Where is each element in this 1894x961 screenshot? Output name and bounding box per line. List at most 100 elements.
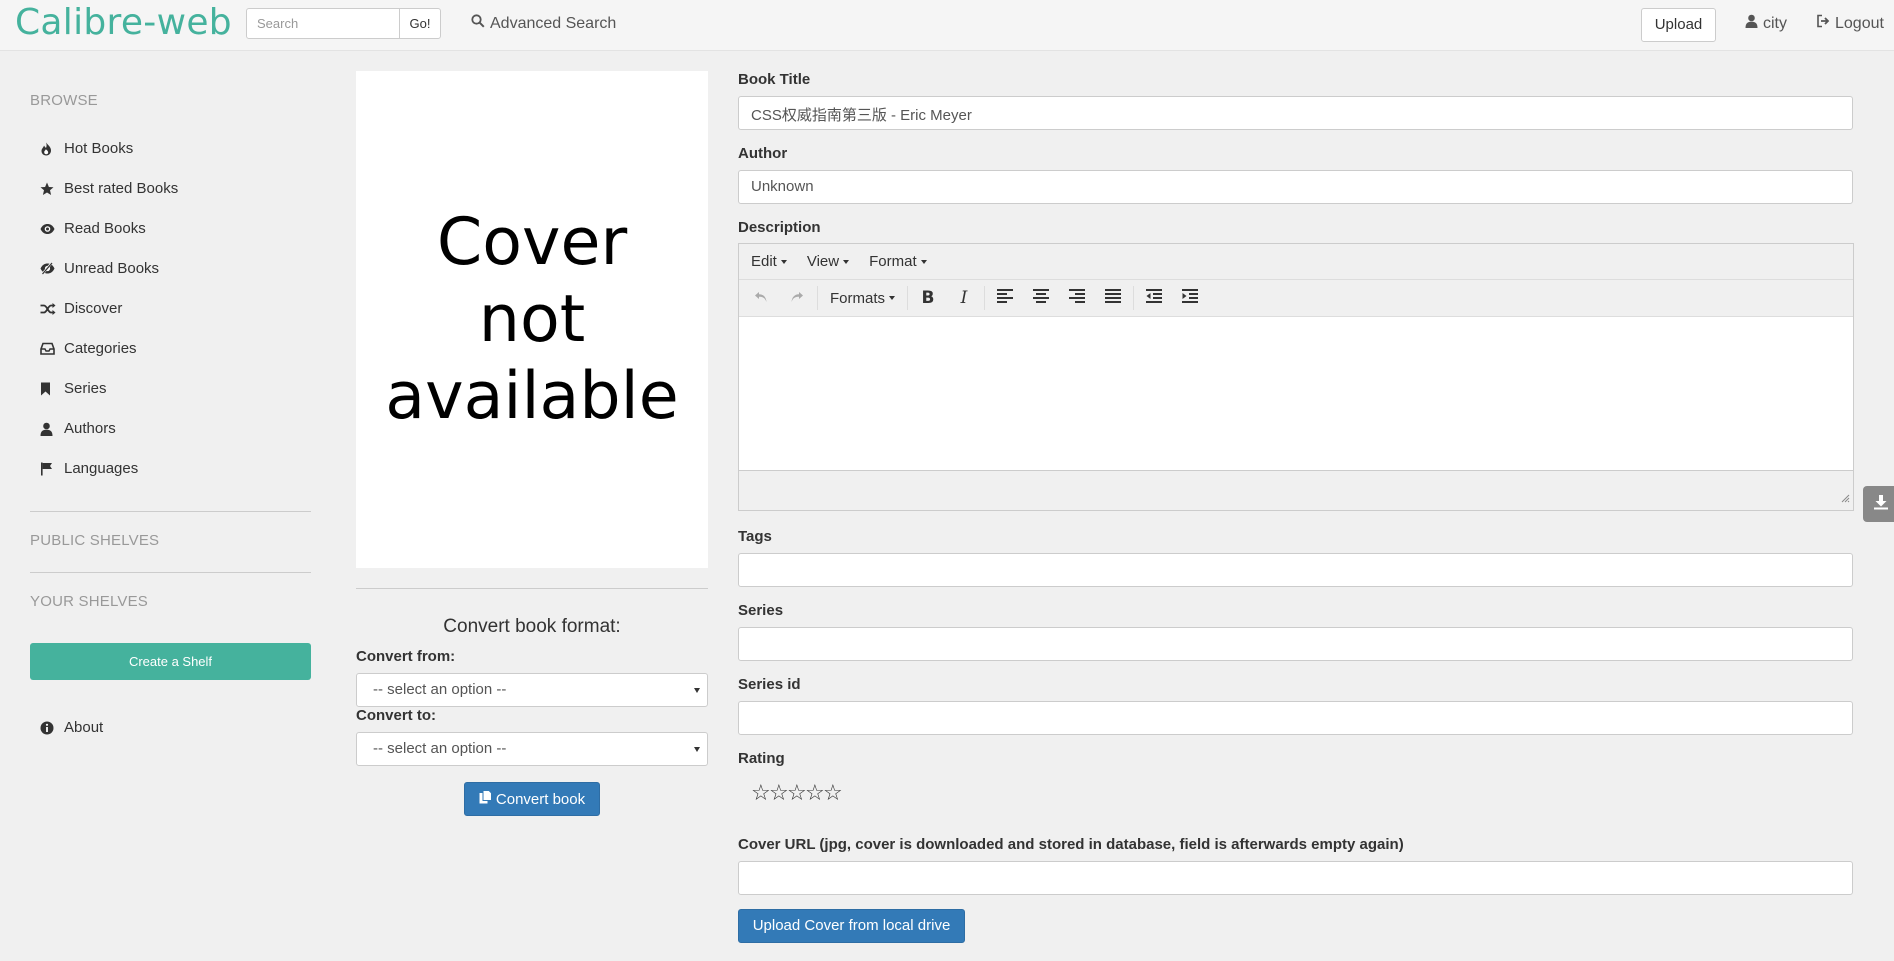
sidebar-item-label: Read Books — [64, 220, 146, 237]
bold-icon: B — [921, 288, 935, 308]
description-editor: Edit View Format Formats B I — [738, 243, 1854, 511]
outdent-icon — [1146, 289, 1163, 307]
resize-handle-icon[interactable] — [1841, 490, 1850, 507]
advanced-search-link[interactable]: Advanced Search — [471, 14, 616, 33]
description-label: Description — [738, 219, 821, 236]
create-shelf-button[interactable]: Create a Shelf — [30, 643, 311, 680]
sidebar-item-label: Series — [64, 380, 107, 397]
sidebar-item-authors[interactable]: Authors — [40, 420, 116, 437]
caret-down-icon — [843, 259, 850, 264]
align-right-button[interactable] — [1059, 283, 1095, 313]
book-title-input[interactable]: CSS权威指南第三版 - Eric Meyer — [738, 96, 1853, 130]
cover-placeholder-text: Cover not available — [372, 204, 692, 435]
star-icon — [40, 182, 64, 196]
author-input[interactable]: Unknown — [738, 170, 1853, 204]
menu-label: Edit — [751, 253, 777, 270]
menu-label: View — [806, 253, 840, 270]
sidebar-item-about[interactable]: About — [40, 719, 103, 736]
flag-icon — [40, 462, 64, 476]
undo-button[interactable] — [743, 283, 779, 313]
italic-icon: I — [960, 288, 968, 308]
star-outline-icon[interactable]: ☆ — [787, 782, 807, 804]
upload-button[interactable]: Upload — [1641, 8, 1716, 42]
sidebar-item-hot-books[interactable]: Hot Books — [40, 140, 133, 157]
editor-menu-view[interactable]: View — [806, 253, 850, 270]
redo-button[interactable] — [779, 283, 815, 313]
user-icon — [40, 422, 64, 436]
browse-heading: BROWSE — [30, 92, 98, 109]
sidebar-item-best-rated[interactable]: Best rated Books — [40, 180, 178, 197]
sidebar-item-unread-books[interactable]: Unread Books — [40, 260, 159, 277]
sidebar-divider — [30, 572, 311, 573]
tags-input[interactable] — [738, 553, 1853, 587]
editor-content-area[interactable] — [739, 317, 1853, 472]
indent-button[interactable] — [1172, 283, 1208, 313]
undo-icon — [754, 290, 768, 307]
star-outline-icon[interactable]: ☆ — [751, 782, 771, 804]
align-left-button[interactable] — [987, 283, 1023, 313]
editor-menu-edit[interactable]: Edit — [751, 253, 787, 270]
your-shelves-heading[interactable]: YOUR SHELVES — [30, 593, 148, 610]
convert-to-select[interactable]: -- select an option -- — [356, 732, 708, 766]
search-go-button[interactable]: Go! — [399, 8, 441, 39]
sidebar-item-series[interactable]: Series — [40, 380, 107, 397]
select-value: -- select an option -- — [373, 681, 507, 698]
toolbar-separator — [984, 286, 986, 310]
sidebar-item-label: Unread Books — [64, 260, 160, 277]
download-icon — [1873, 494, 1889, 514]
sidebar-item-label: Best rated Books — [64, 180, 179, 197]
series-label: Series — [738, 602, 784, 619]
book-cover: Cover not available — [356, 71, 708, 568]
shuffle-icon — [40, 302, 64, 315]
toolbar-separator — [817, 286, 818, 310]
brand-logo[interactable]: Calibre-web — [15, 2, 232, 43]
editor-menu-format[interactable]: Format — [869, 253, 927, 270]
navbar: Calibre-web Go! Advanced Search Upload c… — [0, 0, 1894, 51]
series-id-input[interactable] — [738, 701, 1853, 735]
search-input[interactable] — [246, 8, 400, 39]
bookmark-icon — [40, 382, 64, 396]
star-outline-icon[interactable]: ☆ — [823, 782, 843, 804]
bold-button[interactable]: B — [910, 283, 946, 313]
fire-icon — [40, 142, 64, 156]
formats-dropdown[interactable]: Formats — [820, 290, 905, 307]
align-left-icon — [997, 289, 1014, 307]
editor-menubar: Edit View Format — [739, 244, 1853, 280]
logout-link[interactable]: Logout — [1816, 14, 1884, 33]
toolbar-separator — [907, 286, 909, 310]
public-shelves-heading[interactable]: PUBLIC SHELVES — [30, 532, 159, 549]
author-label: Author — [738, 145, 788, 162]
series-id-label: Series id — [738, 676, 801, 693]
convert-from-select[interactable]: -- select an option -- — [356, 673, 708, 707]
sidebar-item-languages[interactable]: Languages — [40, 460, 138, 477]
sidebar-item-label: Languages — [64, 460, 139, 477]
convert-book-label: Convert book — [495, 790, 586, 808]
align-center-button[interactable] — [1023, 283, 1059, 313]
sidebar-item-categories[interactable]: Categories — [40, 340, 137, 357]
align-justify-icon — [1105, 289, 1122, 307]
download-float-button[interactable] — [1863, 486, 1894, 522]
user-profile-link[interactable]: city — [1745, 14, 1787, 33]
convert-from-label: Convert from: — [356, 648, 456, 665]
inbox-icon — [40, 342, 64, 355]
book-title-label: Book Title — [738, 71, 811, 88]
eye-icon — [40, 223, 64, 235]
sidebar-item-label: Categories — [64, 340, 137, 357]
convert-title: Convert book format: — [443, 616, 621, 637]
sidebar-item-discover[interactable]: Discover — [40, 300, 122, 317]
outdent-button[interactable] — [1136, 283, 1172, 313]
series-input[interactable] — [738, 627, 1853, 661]
star-outline-icon[interactable]: ☆ — [805, 782, 825, 804]
cover-url-input[interactable] — [738, 861, 1853, 895]
info-icon — [40, 721, 64, 735]
star-outline-icon[interactable]: ☆ — [769, 782, 789, 804]
cover-text-line: available — [385, 359, 679, 434]
search-icon — [471, 14, 485, 33]
sidebar-item-read-books[interactable]: Read Books — [40, 220, 146, 237]
formats-label: Formats — [830, 289, 886, 307]
editor-toolbar: Formats B I — [739, 280, 1853, 317]
align-justify-button[interactable] — [1095, 283, 1131, 313]
upload-cover-button[interactable]: Upload Cover from local drive — [738, 909, 965, 943]
italic-button[interactable]: I — [946, 283, 982, 313]
convert-book-button[interactable]: Convert book — [464, 782, 600, 816]
